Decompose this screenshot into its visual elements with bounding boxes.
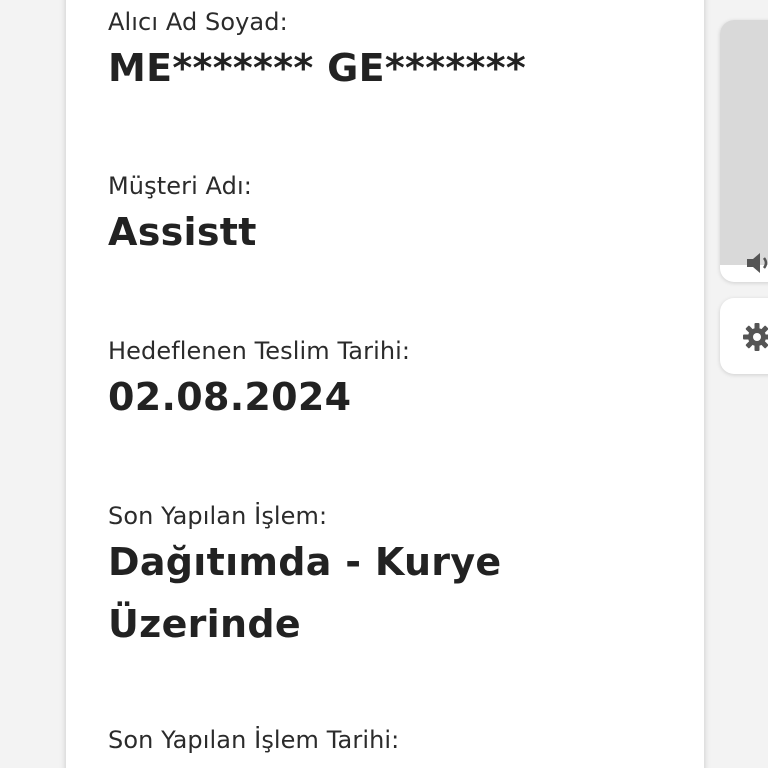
last-action-value-line2: Üzerinde: [108, 602, 301, 646]
gear-icon[interactable]: [742, 322, 768, 352]
customer-value: Assistt: [108, 210, 257, 254]
screen: Alıcı Ad Soyad: ME******* GE******* Müşt…: [0, 0, 768, 768]
target-date-value: 02.08.2024: [108, 375, 352, 419]
last-action-date-label: Son Yapılan İşlem Tarihi:: [108, 726, 400, 754]
shipment-details-card: Alıcı Ad Soyad: ME******* GE******* Müşt…: [66, 0, 704, 768]
recipient-value: ME******* GE*******: [108, 46, 527, 90]
last-action-field: Son Yapılan İşlem: Dağıtımda - Kurye Üze…: [108, 501, 684, 655]
customer-label: Müşteri Adı:: [108, 172, 252, 200]
last-action-label: Son Yapılan İşlem:: [108, 502, 328, 530]
last-action-value-line1: Dağıtımda - Kurye: [108, 540, 502, 584]
recipient-field: Alıcı Ad Soyad: ME******* GE*******: [108, 7, 684, 99]
customer-field: Müşteri Adı: Assistt: [108, 171, 684, 263]
target-date-label: Hedeflenen Teslim Tarihi:: [108, 337, 411, 365]
speaker-icon: [747, 253, 768, 273]
volume-slider-fill: [720, 20, 768, 265]
target-date-field: Hedeflenen Teslim Tarihi: 02.08.2024: [108, 336, 684, 428]
recipient-label: Alıcı Ad Soyad:: [108, 8, 288, 36]
volume-slider[interactable]: [720, 20, 768, 282]
last-action-date-field: Son Yapılan İşlem Tarihi:: [108, 725, 684, 755]
